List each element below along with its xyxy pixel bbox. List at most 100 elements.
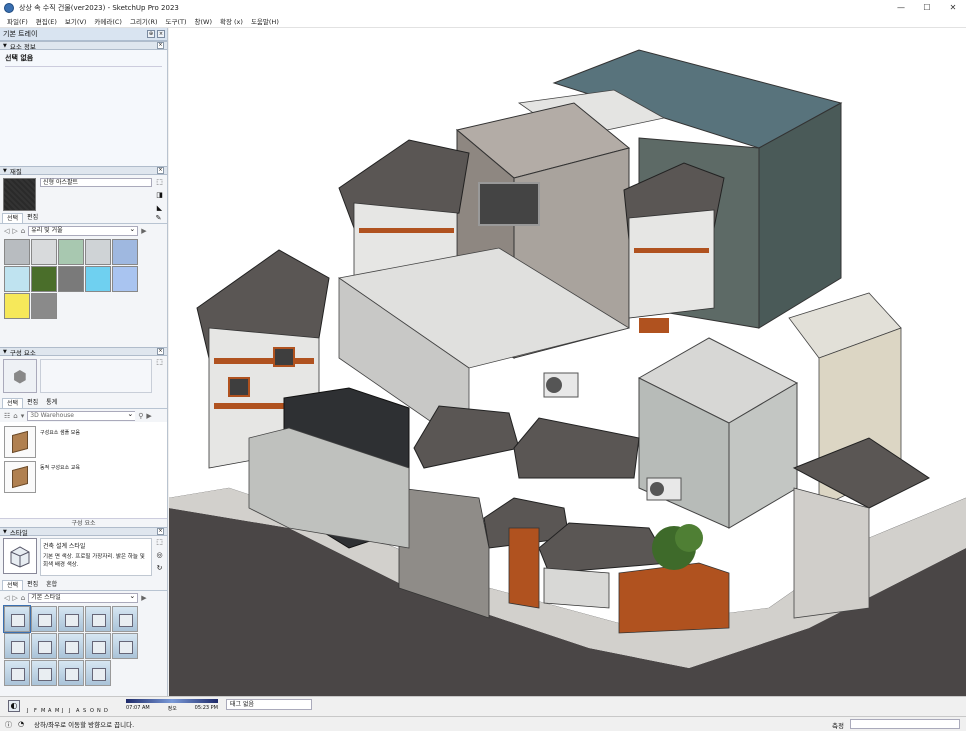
panel-close-icon[interactable]: × [157, 528, 164, 535]
month-slider[interactable]: JFMAMJJASOND [27, 708, 110, 714]
back-arrow-icon[interactable]: ◁ [4, 594, 9, 602]
material-swatch[interactable] [31, 293, 57, 319]
update-style-icon[interactable]: ◎ [155, 551, 164, 560]
tab-select[interactable]: 선택 [2, 398, 24, 408]
details-arrow-icon[interactable]: ▶ [141, 594, 146, 602]
style-swatch[interactable] [31, 660, 57, 686]
current-material-swatch[interactable] [3, 178, 36, 211]
style-swatch[interactable] [58, 660, 84, 686]
details-arrow-icon[interactable]: ▶ [141, 227, 146, 235]
list-item[interactable]: 동적 구성요소 교육 [4, 461, 163, 493]
tray-pin-icon[interactable]: ⊕ [147, 30, 155, 38]
info-icon[interactable]: ⓘ [5, 720, 12, 730]
menu-camera[interactable]: 카메라(C) [90, 16, 126, 26]
material-swatch[interactable] [112, 239, 138, 265]
style-swatch[interactable] [112, 633, 138, 659]
home-icon[interactable]: ⌂ [21, 594, 25, 602]
menu-draw[interactable]: 그리기(R) [126, 16, 162, 26]
collapse-arrow-icon: ▼ [3, 528, 7, 535]
tab-edit[interactable]: 편집 [23, 213, 42, 223]
material-swatch[interactable] [4, 266, 30, 292]
menu-view[interactable]: 보기(V) [61, 16, 90, 26]
style-swatch[interactable] [58, 633, 84, 659]
style-collection-select[interactable]: 기본 스타일 [28, 592, 139, 603]
dropdown-arrow-icon[interactable]: ▾ [21, 412, 25, 420]
tray-close-icon[interactable]: × [157, 30, 165, 38]
tab-edit[interactable]: 편집 [23, 398, 42, 408]
style-swatch[interactable] [31, 633, 57, 659]
sample-component-icon[interactable]: ⬚ [155, 358, 164, 367]
menu-file[interactable]: 파일(F) [3, 16, 32, 26]
time-slider[interactable]: 07:07 AM 정오 05:23 PM [126, 699, 218, 712]
style-swatch[interactable] [4, 633, 30, 659]
material-name-field[interactable]: 신형 아스팔트 [40, 178, 152, 187]
materials-preview: 신형 아스팔트 ⬚ ◨ ◣ [0, 175, 167, 213]
material-collection-select[interactable]: 유리 및 거울 [28, 225, 139, 236]
forward-arrow-icon[interactable]: ▷ [12, 227, 17, 235]
stone-wall [543, 567, 610, 609]
tag-select[interactable]: 태그 없음 [226, 699, 312, 710]
default-paint-icon[interactable]: ◣ [155, 204, 164, 213]
forward-arrow-icon[interactable]: ▷ [12, 594, 17, 602]
material-swatch[interactable] [85, 239, 111, 265]
menu-window[interactable]: 창(W) [191, 16, 216, 26]
details-arrow-icon[interactable]: ▶ [146, 412, 151, 420]
tab-edit[interactable]: 편집 [23, 580, 42, 590]
material-swatch[interactable] [4, 239, 30, 265]
materials-header[interactable]: ▼ 재질 × [0, 166, 167, 176]
menu-help[interactable]: 도움말(H) [247, 16, 283, 26]
view-options-icon[interactable]: ☷ [4, 412, 10, 420]
menu-extensions[interactable]: 확장 (x) [216, 16, 247, 26]
entity-info-header[interactable]: ▼ 요소 정보 × [0, 41, 167, 51]
style-swatch[interactable] [112, 606, 138, 632]
minimize-button[interactable]: — [888, 0, 914, 15]
create-style-icon[interactable]: ⬚ [155, 538, 164, 547]
material-swatch[interactable] [85, 266, 111, 292]
time-bar[interactable] [126, 699, 218, 703]
style-swatch[interactable] [4, 660, 30, 686]
style-info: 건축 설계 스타일 기본 면 색상. 프로필 가장자리. 밝은 하늘 및 회색 … [40, 538, 152, 576]
materials-title: 재질 [9, 167, 22, 176]
styles-header[interactable]: ▼ 스타일 × [0, 527, 167, 537]
tab-mix[interactable]: 혼합 [42, 580, 61, 590]
menu-edit[interactable]: 편집(E) [32, 16, 61, 26]
sketchup-window: 상상 속 수직 건물(ver2023) - SketchUp Pro 2023 … [0, 0, 966, 731]
tab-statistics[interactable]: 통계 [42, 398, 61, 408]
material-swatch[interactable] [31, 266, 57, 292]
list-item[interactable]: 구성요소 샘플 모음 [4, 426, 163, 458]
measurements-input[interactable] [850, 719, 960, 729]
material-swatch[interactable] [58, 266, 84, 292]
style-swatch[interactable] [58, 606, 84, 632]
style-swatch[interactable] [85, 633, 111, 659]
month-label: A [76, 707, 80, 714]
tab-select[interactable]: 선택 [2, 213, 24, 223]
warehouse-search-input[interactable]: 3D Warehouse [27, 410, 136, 421]
user-icon[interactable]: ◔ [18, 720, 24, 728]
style-swatch[interactable] [85, 660, 111, 686]
panel-close-icon[interactable]: × [157, 167, 164, 174]
material-swatch[interactable] [31, 239, 57, 265]
3d-viewport[interactable] [169, 28, 966, 696]
tab-select[interactable]: 선택 [2, 580, 24, 590]
panel-close-icon[interactable]: × [157, 42, 164, 49]
search-icon[interactable]: ⚲ [138, 412, 143, 420]
back-arrow-icon[interactable]: ◁ [4, 227, 9, 235]
sample-paint-icon[interactable]: ◨ [155, 191, 164, 200]
material-swatch[interactable] [58, 239, 84, 265]
home-icon[interactable]: ⌂ [13, 412, 17, 420]
style-swatch[interactable] [31, 606, 57, 632]
eyedropper-icon[interactable]: ✎ [154, 214, 163, 223]
style-swatch[interactable] [85, 606, 111, 632]
maximize-button[interactable]: ☐ [914, 0, 940, 15]
material-swatch[interactable] [112, 266, 138, 292]
menu-tools[interactable]: 도구(T) [162, 16, 191, 26]
create-material-icon[interactable]: ⬚ [155, 178, 164, 187]
shadow-toggle-icon[interactable]: ◐ [8, 700, 20, 712]
panel-close-icon[interactable]: × [157, 348, 164, 355]
refresh-icon[interactable]: ↻ [155, 564, 164, 573]
material-swatch[interactable] [4, 293, 30, 319]
close-button[interactable]: ✕ [940, 0, 966, 15]
home-icon[interactable]: ⌂ [21, 227, 25, 235]
components-header[interactable]: ▼ 구성 요소 × [0, 347, 167, 357]
style-swatch[interactable] [3, 605, 31, 633]
